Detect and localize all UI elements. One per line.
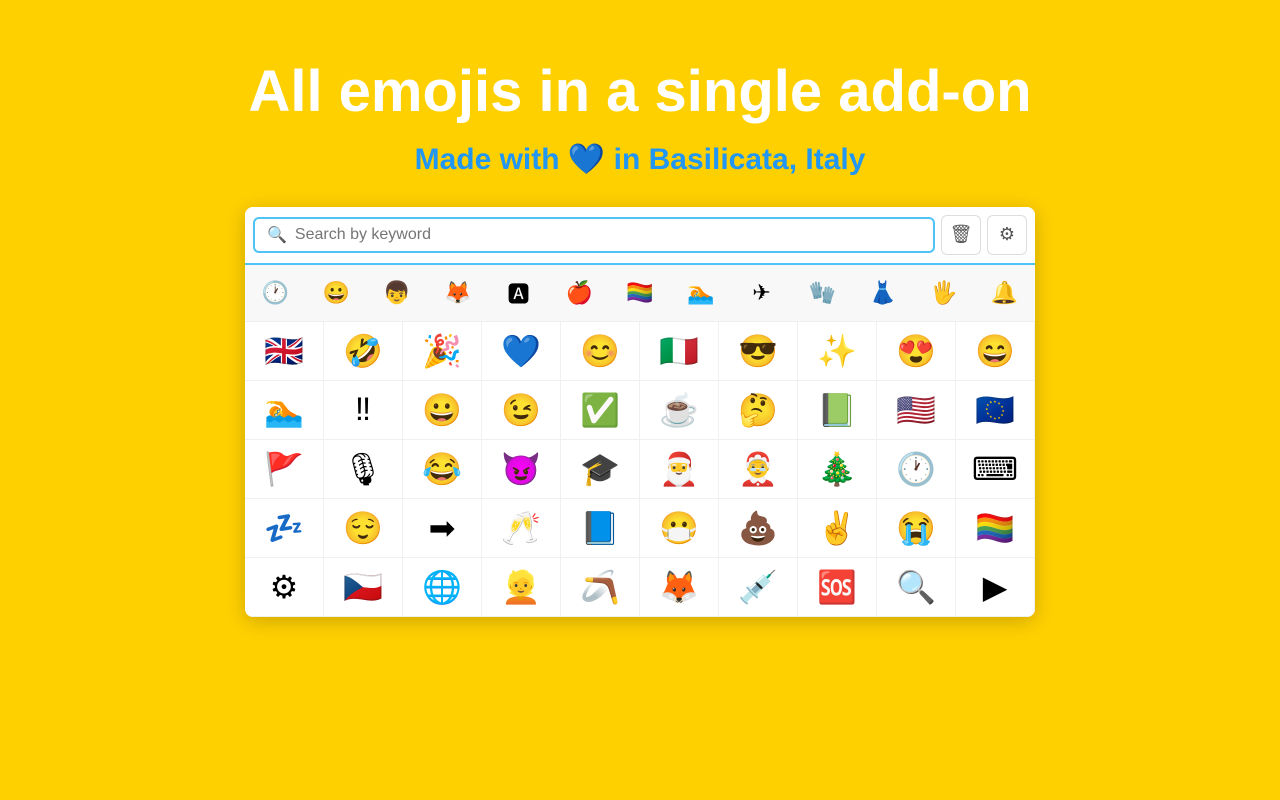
delete-button[interactable]: 🗑: [941, 215, 981, 255]
emoji-cell-37[interactable]: ✌: [798, 499, 877, 558]
search-input-wrapper: 🔍: [253, 217, 935, 253]
emoji-cell-14[interactable]: ✅: [561, 381, 640, 440]
emoji-cell-43[interactable]: 👱: [482, 558, 561, 617]
category-item-2[interactable]: 👦: [367, 272, 428, 314]
emoji-cell-25[interactable]: 🎅: [640, 440, 719, 499]
emoji-cell-11[interactable]: ‼: [324, 381, 403, 440]
category-item-5[interactable]: 🍎: [549, 272, 610, 314]
emoji-cell-19[interactable]: 🇪🇺: [956, 381, 1035, 440]
emoji-cell-33[interactable]: 🥂: [482, 499, 561, 558]
category-item-3[interactable]: 🦊: [427, 272, 488, 314]
emoji-cell-22[interactable]: 😂: [403, 440, 482, 499]
emoji-cell-16[interactable]: 🤔: [719, 381, 798, 440]
category-item-8[interactable]: ✈: [731, 272, 792, 314]
emoji-cell-12[interactable]: 😀: [403, 381, 482, 440]
subtitle-prefix: Made with: [415, 143, 568, 176]
main-title: All emojis in a single add-on: [248, 60, 1031, 124]
emoji-cell-34[interactable]: 📘: [561, 499, 640, 558]
category-item-12[interactable]: 🔔: [974, 272, 1035, 314]
emoji-cell-46[interactable]: 💉: [719, 558, 798, 617]
emoji-cell-39[interactable]: 🏳️‍🌈: [956, 499, 1035, 558]
emoji-cell-49[interactable]: ▶: [956, 558, 1035, 617]
emoji-cell-8[interactable]: 😍: [877, 322, 956, 381]
emoji-cell-29[interactable]: ⌨: [956, 440, 1035, 499]
emoji-cell-10[interactable]: 🏊: [245, 381, 324, 440]
category-item-9[interactable]: 🧤: [792, 272, 853, 314]
emoji-cell-26[interactable]: 🤶: [719, 440, 798, 499]
emoji-cell-42[interactable]: 🌐: [403, 558, 482, 617]
emoji-cell-24[interactable]: 🎓: [561, 440, 640, 499]
emoji-cell-2[interactable]: 🎉: [403, 322, 482, 381]
emoji-cell-35[interactable]: 😷: [640, 499, 719, 558]
category-item-7[interactable]: 🏊: [670, 272, 731, 314]
emoji-cell-15[interactable]: ☕: [640, 381, 719, 440]
emoji-cell-0[interactable]: 🇬🇧: [245, 322, 324, 381]
search-bar: 🔍 🗑 ⚙: [245, 207, 1035, 265]
emoji-cell-18[interactable]: 🇺🇸: [877, 381, 956, 440]
emoji-cell-13[interactable]: 😉: [482, 381, 561, 440]
emoji-cell-32[interactable]: ➡: [403, 499, 482, 558]
category-item-10[interactable]: 👗: [853, 272, 914, 314]
search-icon: 🔍: [267, 225, 287, 245]
emoji-cell-38[interactable]: 😭: [877, 499, 956, 558]
emoji-cell-47[interactable]: 🆘: [798, 558, 877, 617]
emoji-cell-27[interactable]: 🎄: [798, 440, 877, 499]
subtitle-heart: 💙: [568, 143, 605, 176]
subtitle-suffix: in Basilicata, Italy: [605, 143, 865, 176]
emoji-cell-45[interactable]: 🦊: [640, 558, 719, 617]
emoji-cell-9[interactable]: 😄: [956, 322, 1035, 381]
header-section: All emojis in a single add-on Made with …: [248, 60, 1031, 177]
emoji-cell-21[interactable]: 🎙: [324, 440, 403, 499]
emoji-cell-30[interactable]: 💤: [245, 499, 324, 558]
emoji-cell-23[interactable]: 😈: [482, 440, 561, 499]
emoji-panel: 🔍 🗑 ⚙ 🕐😀👦🦊🅰🍎🏳️‍🌈🏊✈🧤👗🖐🔔 🇬🇧🤣🎉💙😊🇮🇹😎✨😍😄🏊‼😀😉✅…: [245, 207, 1035, 617]
emoji-cell-4[interactable]: 😊: [561, 322, 640, 381]
emoji-cell-17[interactable]: 📗: [798, 381, 877, 440]
settings-button[interactable]: ⚙: [987, 215, 1027, 255]
category-bar: 🕐😀👦🦊🅰🍎🏳️‍🌈🏊✈🧤👗🖐🔔: [245, 265, 1035, 322]
emoji-cell-7[interactable]: ✨: [798, 322, 877, 381]
emoji-cell-31[interactable]: 😌: [324, 499, 403, 558]
category-item-6[interactable]: 🏳️‍🌈: [610, 272, 671, 314]
emoji-cell-44[interactable]: 🪃: [561, 558, 640, 617]
category-item-11[interactable]: 🖐: [913, 272, 974, 314]
emoji-grid: 🇬🇧🤣🎉💙😊🇮🇹😎✨😍😄 🏊‼😀😉✅☕🤔📗🇺🇸🇪🇺 🚩🎙😂😈🎓🎅🤶🎄🕐⌨ 💤😌➡🥂📘😷…: [245, 322, 1035, 617]
category-item-0[interactable]: 🕐: [245, 272, 306, 314]
emoji-cell-28[interactable]: 🕐: [877, 440, 956, 499]
emoji-cell-1[interactable]: 🤣: [324, 322, 403, 381]
subtitle: Made with 💙 in Basilicata, Italy: [415, 142, 866, 177]
emoji-cell-20[interactable]: 🚩: [245, 440, 324, 499]
emoji-cell-36[interactable]: 💩: [719, 499, 798, 558]
emoji-cell-6[interactable]: 😎: [719, 322, 798, 381]
emoji-cell-41[interactable]: 🇨🇿: [324, 558, 403, 617]
category-item-4[interactable]: 🅰: [488, 269, 549, 317]
emoji-cell-40[interactable]: ⚙: [245, 558, 324, 617]
search-input[interactable]: [295, 226, 921, 244]
emoji-cell-3[interactable]: 💙: [482, 322, 561, 381]
emoji-cell-48[interactable]: 🔍: [877, 558, 956, 617]
emoji-cell-5[interactable]: 🇮🇹: [640, 322, 719, 381]
category-item-1[interactable]: 😀: [306, 272, 367, 314]
